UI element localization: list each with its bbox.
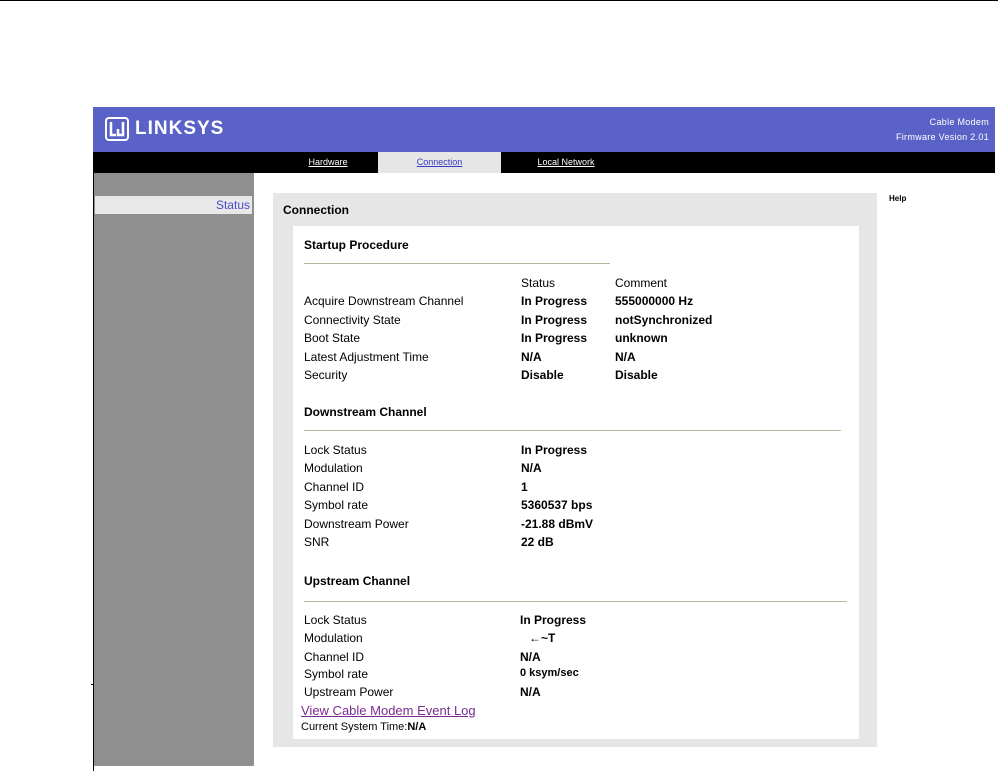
page-title: Connection xyxy=(283,203,349,217)
startup-row-label: Connectivity State xyxy=(304,313,401,327)
downstream-row-value: N/A xyxy=(521,461,542,475)
startup-row-comment: 555000000 Hz xyxy=(615,294,694,308)
startup-row-status: In Progress xyxy=(521,294,588,308)
startup-row-label: Latest Adjustment Time xyxy=(304,350,429,364)
event-log-link[interactable]: View Cable Modem Event Log xyxy=(301,703,476,718)
downstream-row-label: Modulation xyxy=(304,461,363,475)
upstream-row-value: In Progress xyxy=(520,613,587,627)
startup-row-label: Boot State xyxy=(304,331,361,345)
comment-col-header: Comment xyxy=(615,276,668,290)
downstream-row-value: 22 dB xyxy=(521,535,554,549)
upstream-row-value: N/A xyxy=(520,685,541,699)
tab-hardware[interactable]: Hardware xyxy=(278,152,378,173)
startup-divider xyxy=(304,263,610,264)
startup-row-comment: N/A xyxy=(615,350,636,364)
upstream-row-label: Lock Status xyxy=(304,613,367,627)
upstream-row-value: 0 ksym/sec xyxy=(520,667,579,679)
startup-row-status: N/A xyxy=(521,350,542,364)
downstream-divider xyxy=(304,430,841,431)
downstream-row-label: Channel ID xyxy=(304,480,365,494)
startup-row-status: In Progress xyxy=(521,313,588,327)
startup-row-comment: Disable xyxy=(615,368,658,382)
linksys-logo-icon xyxy=(105,117,129,141)
startup-title: Startup Procedure xyxy=(304,238,409,252)
startup-row-comment: notSynchronized xyxy=(615,313,713,327)
tab-connection[interactable]: Connection xyxy=(378,152,501,173)
system-time: Current System Time:N/A xyxy=(301,721,426,733)
startup-row-label: Acquire Downstream Channel xyxy=(304,294,464,308)
downstream-row-label: Downstream Power xyxy=(304,517,409,531)
startup-row-status: In Progress xyxy=(521,331,588,345)
product-info: Cable Modem Firmware Vesion 2.01 xyxy=(896,115,989,145)
downstream-title: Downstream Channel xyxy=(304,405,427,419)
downstream-row-value: 1 xyxy=(521,480,528,494)
upstream-row-label: Upstream Power xyxy=(304,685,394,699)
upstream-row-label: Modulation xyxy=(304,631,363,645)
downstream-row-value: -21.88 dBmV xyxy=(521,517,594,531)
status-col-header: Status xyxy=(521,276,556,290)
downstream-row-label: SNR xyxy=(304,535,330,549)
startup-row-status: Disable xyxy=(521,368,564,382)
startup-row-label: Security xyxy=(304,368,348,382)
upstream-row-label: Channel ID xyxy=(304,650,365,664)
connection-panel: Connection Startup Procedure Status Comm… xyxy=(273,193,877,747)
header-bar: LINKSYS Cable Modem Firmware Vesion 2.01 xyxy=(93,107,995,152)
upstream-row-value: N/A xyxy=(520,650,541,664)
downstream-row-value: In Progress xyxy=(521,443,588,457)
tab-local-network[interactable]: Local Network xyxy=(501,152,631,173)
top-border xyxy=(0,0,998,1)
startup-row-comment: unknown xyxy=(615,331,668,345)
downstream-row-value: 5360537 bps xyxy=(521,498,593,512)
system-time-value: N/A xyxy=(407,721,427,733)
main-nav: Hardware Connection Local Network xyxy=(93,152,995,173)
system-time-label: Current System Time: xyxy=(301,721,408,733)
upstream-row-value: ←~T xyxy=(529,631,556,645)
downstream-row-label: Symbol rate xyxy=(304,498,369,512)
linksys-logo: LINKSYS xyxy=(105,117,224,141)
downstream-row-label: Lock Status xyxy=(304,443,367,457)
connection-details: Startup Procedure Status Comment Acquire… xyxy=(293,226,859,739)
upstream-divider xyxy=(304,601,847,602)
product-name: Cable Modem xyxy=(929,117,989,127)
sidebar: Status xyxy=(94,173,254,766)
sidebar-item-status[interactable]: Status xyxy=(95,196,252,214)
upstream-title: Upstream Channel xyxy=(304,574,411,588)
upstream-row-label: Symbol rate xyxy=(304,667,369,681)
help-label: Help xyxy=(889,194,907,203)
margin-mark xyxy=(91,684,94,685)
brand-name: LINKSYS xyxy=(135,118,225,139)
firmware-version: Firmware Vesion 2.01 xyxy=(895,132,989,142)
